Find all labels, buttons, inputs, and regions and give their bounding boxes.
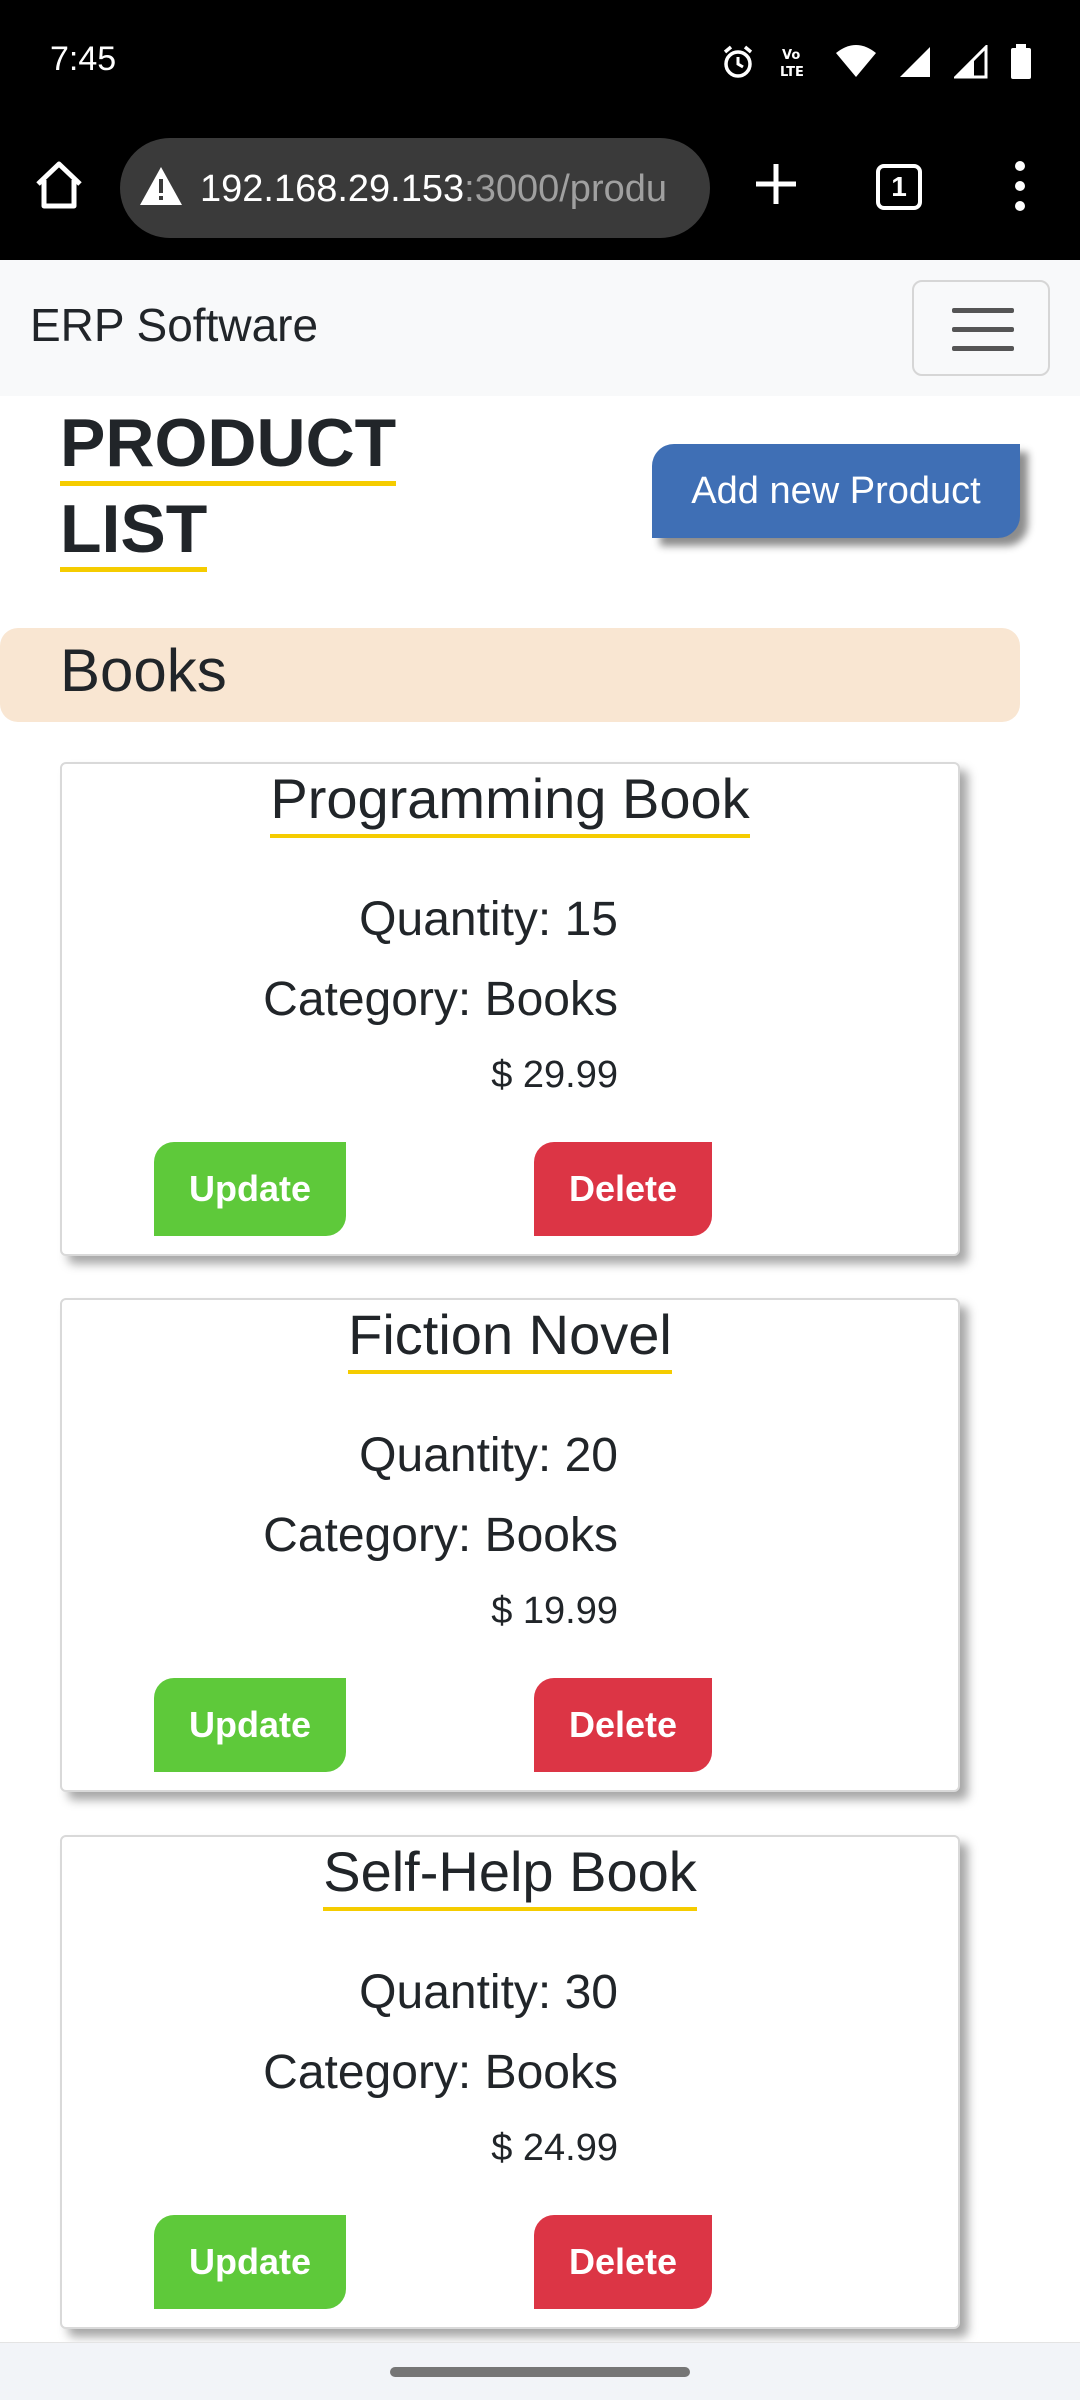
delete-button[interactable]: Delete <box>534 1678 712 1772</box>
product-title: Programming Book <box>62 764 958 838</box>
hamburger-line <box>952 346 1014 351</box>
product-quantity: Quantity: 15 <box>359 893 618 946</box>
product-category: Category: Books <box>263 1509 618 1562</box>
gesture-handle[interactable] <box>390 2367 690 2377</box>
home-icon[interactable] <box>30 156 88 214</box>
product-card: Self-Help Book Quantity: 30 Category: Bo… <box>60 1835 960 2329</box>
address-bar[interactable]: 192.168.29.153:3000/produ <box>120 138 710 238</box>
warning-icon[interactable] <box>138 165 184 207</box>
delete-button[interactable]: Delete <box>534 1142 712 1236</box>
url-host: 192.168.29.153 <box>200 168 465 210</box>
new-tab-icon[interactable] <box>752 160 800 208</box>
product-category: Category: Books <box>263 973 618 1026</box>
navbar-toggler-button[interactable] <box>912 280 1050 376</box>
browser-toolbar: 192.168.29.153:3000/produ 1 <box>0 126 1080 260</box>
update-button[interactable]: Update <box>154 1142 346 1236</box>
status-bar: 7:45 Vo LTE <box>0 0 1080 126</box>
url-path: :3000/produ <box>464 168 667 210</box>
hamburger-icon <box>952 308 1014 313</box>
page-title: PRODUCT LIST <box>60 400 397 572</box>
product-quantity: Quantity: 30 <box>359 1966 618 2019</box>
product-name: Self-Help Book <box>323 1837 697 1911</box>
update-button[interactable]: Update <box>154 1678 346 1772</box>
status-time: 7:45 <box>50 40 117 78</box>
navbar: ERP Software <box>0 260 1080 396</box>
signal-icon-2 <box>952 43 988 84</box>
battery-icon <box>1010 44 1032 85</box>
svg-text:LTE: LTE <box>780 65 804 80</box>
delete-button[interactable]: Delete <box>534 2215 712 2309</box>
status-icons: Vo LTE <box>720 43 1032 85</box>
page-title-line1: PRODUCT <box>60 405 397 486</box>
product-price: $ 29.99 <box>491 1054 618 1096</box>
product-title: Fiction Novel <box>62 1300 958 1374</box>
more-menu-icon[interactable] <box>1010 156 1030 216</box>
product-title: Self-Help Book <box>62 1837 958 1911</box>
url-text[interactable]: 192.168.29.153:3000/produ <box>200 168 667 211</box>
product-name: Fiction Novel <box>348 1300 672 1374</box>
product-category: Category: Books <box>263 2046 618 2099</box>
update-button[interactable]: Update <box>154 2215 346 2309</box>
svg-text:Vo: Vo <box>782 48 800 63</box>
page-title-line2: LIST <box>60 491 208 572</box>
hamburger-line <box>952 327 1014 332</box>
category-banner: Books <box>0 628 1020 722</box>
tab-switcher-button[interactable]: 1 <box>876 164 922 210</box>
volte-icon: Vo LTE <box>778 44 814 85</box>
product-price: $ 24.99 <box>491 2127 618 2169</box>
gesture-nav-bar <box>0 2342 1080 2400</box>
product-name: Programming Book <box>270 764 750 838</box>
product-quantity: Quantity: 20 <box>359 1429 618 1482</box>
product-card: Fiction Novel Quantity: 20 Category: Boo… <box>60 1298 960 1792</box>
product-card: Programming Book Quantity: 15 Category: … <box>60 762 960 1256</box>
signal-icon <box>898 45 932 84</box>
product-price: $ 19.99 <box>491 1590 618 1632</box>
navbar-brand[interactable]: ERP Software <box>30 298 318 352</box>
alarm-icon <box>720 44 756 85</box>
wifi-icon <box>836 45 876 84</box>
category-heading: Books <box>60 637 227 704</box>
add-product-button[interactable]: Add new Product <box>652 444 1020 538</box>
